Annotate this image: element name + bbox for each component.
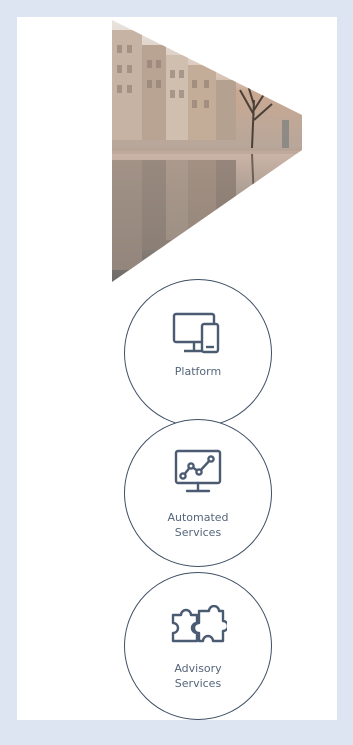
platform-label: Platform xyxy=(174,365,222,378)
monitor-phone-icon xyxy=(172,312,220,354)
advisory-services-circle[interactable]: Advisory Services xyxy=(124,572,272,720)
automated-services-label: Automated Services xyxy=(167,511,229,539)
content-panel: Platform Automated Services Advisory Ser… xyxy=(17,17,337,720)
automated-services-circle[interactable]: Automated Services xyxy=(124,419,272,567)
hero-chevron-image xyxy=(112,20,302,282)
chart-monitor-icon xyxy=(174,449,222,493)
platform-circle[interactable]: Platform xyxy=(124,279,272,427)
puzzle-icon xyxy=(171,605,227,643)
advisory-services-label: Advisory Services xyxy=(174,662,222,690)
